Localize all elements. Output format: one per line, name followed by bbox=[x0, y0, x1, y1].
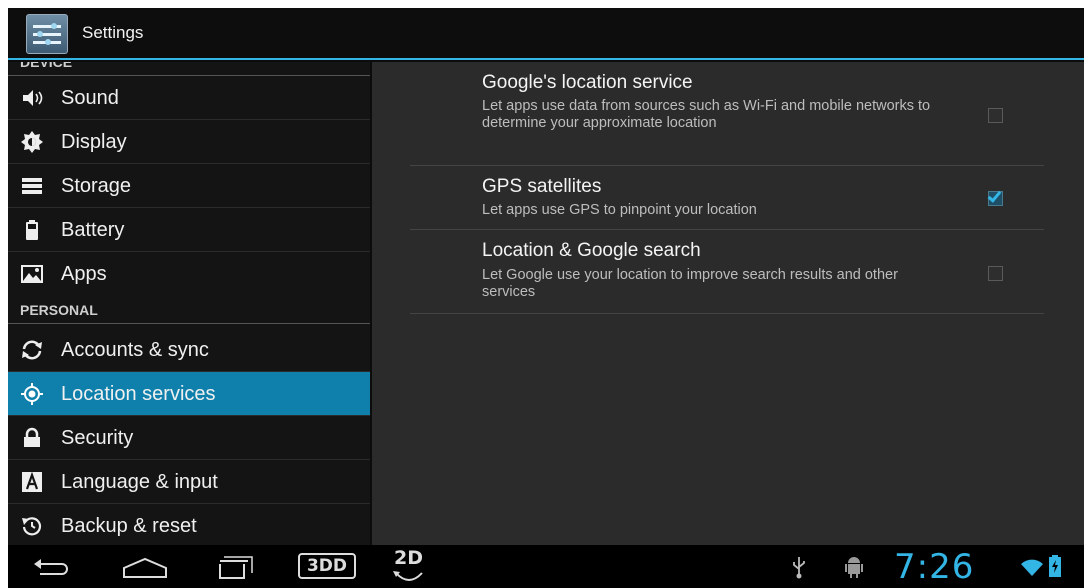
brightness-icon bbox=[21, 131, 43, 153]
keyboard-icon bbox=[22, 471, 42, 492]
checkmark-icon bbox=[987, 188, 1002, 203]
sidebar-item-label: Backup & reset bbox=[61, 515, 197, 537]
action-bar: Settings bbox=[8, 8, 1084, 60]
location-search-checkbox[interactable] bbox=[988, 266, 1003, 281]
pref-summary: Let Google use your location to improve … bbox=[482, 267, 898, 300]
sidebar-item-label: Sound bbox=[61, 87, 119, 109]
battery-status-icon bbox=[1049, 555, 1061, 577]
sidebar-item-location-services[interactable]: Location services bbox=[8, 372, 370, 416]
sidebar-item-label: Language & input bbox=[61, 471, 218, 493]
mode-2d-label: 2D bbox=[394, 547, 423, 569]
settings-sidebar: DEVICE Sound Display Storage Battery App… bbox=[8, 62, 370, 545]
battery-icon bbox=[26, 220, 38, 240]
sidebar-item-label: Battery bbox=[61, 219, 125, 241]
sidebar-item-accounts-sync[interactable]: Accounts & sync bbox=[8, 328, 370, 372]
apps-icon bbox=[21, 265, 43, 283]
android-debug-icon bbox=[845, 557, 863, 578]
recent-apps-icon[interactable] bbox=[208, 551, 256, 583]
section-header-personal: PERSONAL bbox=[8, 298, 370, 324]
location-settings-pane: Google's location service Let apps use d… bbox=[372, 62, 1084, 545]
sync-icon bbox=[22, 340, 42, 360]
sidebar-item-battery[interactable]: Battery bbox=[8, 208, 370, 252]
sidebar-item-display[interactable]: Display bbox=[8, 120, 370, 164]
sidebar-item-label: Apps bbox=[61, 263, 107, 285]
pref-summary: Let apps use data from sources such as W… bbox=[482, 98, 931, 131]
sidebar-item-sound[interactable]: Sound bbox=[8, 76, 370, 120]
sidebar-item-label: Storage bbox=[61, 175, 132, 197]
location-icon bbox=[21, 383, 43, 405]
sidebar-item-backup-reset[interactable]: Backup & reset bbox=[8, 504, 370, 545]
pref-title: Location & Google search bbox=[482, 240, 701, 261]
sidebar-item-language-input[interactable]: Language & input bbox=[8, 460, 370, 504]
system-bar: 3DD 2D 7:26 bbox=[8, 545, 1084, 588]
clock: 7:26 bbox=[894, 547, 975, 587]
section-header-device: DEVICE bbox=[8, 62, 370, 76]
mode-3d-button[interactable]: 3DD bbox=[298, 553, 356, 579]
mode-2d-button[interactable]: 2D bbox=[390, 547, 430, 583]
screen: Settings DEVICE Sound Display Storage Ba… bbox=[8, 8, 1084, 588]
sidebar-item-storage[interactable]: Storage bbox=[8, 164, 370, 208]
usb-icon bbox=[793, 557, 805, 579]
section-header-label: PERSONAL bbox=[20, 302, 98, 318]
section-header-label: DEVICE bbox=[20, 62, 73, 70]
lock-icon bbox=[24, 427, 40, 447]
storage-icon bbox=[22, 178, 42, 194]
wifi-icon bbox=[1021, 559, 1043, 576]
sidebar-item-security[interactable]: Security bbox=[8, 416, 370, 460]
pref-summary: Let apps use GPS to pinpoint your locati… bbox=[482, 202, 757, 218]
sidebar-item-label: Location services bbox=[61, 383, 216, 405]
app-title: Settings bbox=[82, 23, 144, 42]
sidebar-item-label: Accounts & sync bbox=[61, 339, 209, 361]
backup-icon bbox=[22, 517, 42, 536]
sidebar-item-label: Display bbox=[61, 131, 127, 153]
gps-satellites-checkbox[interactable] bbox=[987, 188, 1003, 206]
pref-title: Google's location service bbox=[482, 72, 693, 93]
sidebar-item-apps[interactable]: Apps bbox=[8, 252, 370, 296]
settings-app-icon[interactable] bbox=[26, 14, 68, 54]
rotate-arrow-icon bbox=[393, 571, 423, 581]
sidebar-item-label: Security bbox=[61, 427, 134, 449]
home-icon[interactable] bbox=[116, 551, 174, 583]
google-location-checkbox[interactable] bbox=[988, 108, 1003, 123]
pref-location-google-search[interactable]: Location & Google search Let Google use … bbox=[410, 230, 1044, 314]
pref-title: GPS satellites bbox=[482, 176, 602, 197]
speaker-icon bbox=[23, 90, 43, 106]
back-icon[interactable] bbox=[26, 551, 74, 583]
pref-gps-satellites[interactable]: GPS satellites Let apps use GPS to pinpo… bbox=[410, 166, 1044, 230]
pref-google-location-service[interactable]: Google's location service Let apps use d… bbox=[410, 62, 1044, 166]
